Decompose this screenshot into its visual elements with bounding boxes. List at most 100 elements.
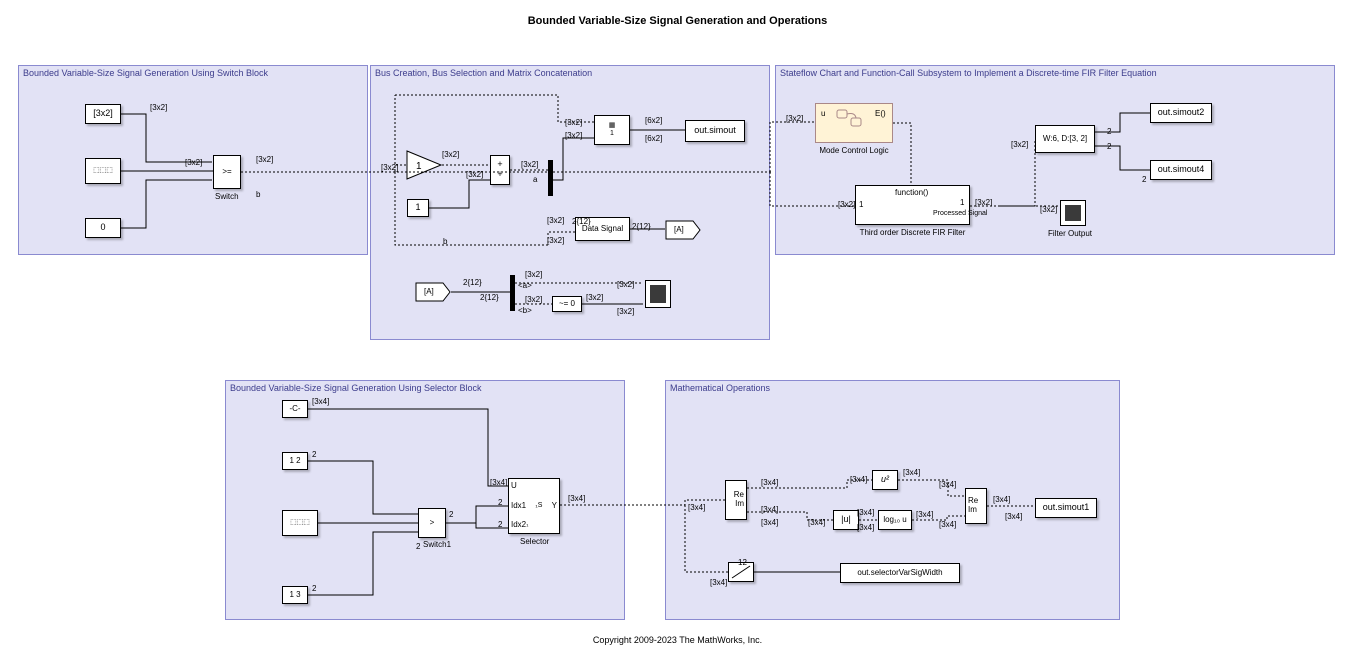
dim-2-f: 2 <box>416 542 420 551</box>
dim-3x2-r3c: [3x2] <box>975 198 992 207</box>
dim-2-c: 2 <box>1142 175 1146 184</box>
counter-block-2[interactable]: ⬚⬚⬚ <box>282 510 318 536</box>
stateflow-icon <box>835 108 865 128</box>
port-b: b <box>256 190 260 199</box>
dim-3x2-c: [3x2] <box>256 155 273 164</box>
dim-3x4-h: [3x4] <box>850 475 867 484</box>
constant-one[interactable]: 1 <box>407 199 429 217</box>
dim-2-i: 2 <box>498 520 502 529</box>
dim-3x4-m: [3x4] <box>916 510 933 519</box>
abs-block[interactable]: |u| <box>833 510 859 530</box>
port-a: a <box>533 175 537 184</box>
dim-3x4-o: [3x4] <box>939 520 956 529</box>
probe-wd[interactable]: W:6, D:[3, 2] <box>1035 125 1095 153</box>
region-math-title: Mathematical Operations <box>670 383 770 393</box>
dim-3x2-e: [3x2] <box>442 150 459 159</box>
dim-2-e: 2 <box>312 584 316 593</box>
dim-212-b: 2{12} <box>632 222 651 231</box>
constant-1-2[interactable]: 1 2 <box>282 452 308 470</box>
chart-port-u: u <box>821 109 825 118</box>
region-switch-gen-title: Bounded Variable-Size Signal Generation … <box>23 68 268 78</box>
dim-2-a: 2 <box>1107 127 1111 136</box>
dim-3x2-a: [3x2] <box>150 103 167 112</box>
reim-to-complex[interactable]: ReIm <box>965 488 987 524</box>
to-workspace-simout1[interactable]: out.simout1 <box>1035 498 1097 518</box>
dim-3x4-r: [3x4] <box>710 578 727 587</box>
math-square[interactable]: u² <box>872 470 898 490</box>
dim-3x2-n: [3x2] <box>586 293 603 302</box>
dim-3x4-g: [3x4] <box>761 518 778 527</box>
port-b2: b <box>443 237 447 246</box>
switch-label: Switch <box>215 192 239 201</box>
dim-3x2-h: [3x2] <box>565 118 582 127</box>
fir-label: Third order Discrete FIR Filter <box>850 228 975 237</box>
switch1-label: Switch1 <box>423 540 451 549</box>
dim-3x4-c: [3x4] <box>568 494 585 503</box>
sel-a: <a> <box>518 281 532 290</box>
dim-2-d: 2 <box>312 450 316 459</box>
dim-3x4-i: [3x4] <box>903 468 920 477</box>
to-workspace-selvarwidth[interactable]: out.selectorVarSigWidth <box>840 563 960 583</box>
scope-filter-output[interactable] <box>1060 200 1086 226</box>
dim-3x2-o: [3x2] <box>617 280 634 289</box>
counter-block[interactable]: ⬚⬚⬚ <box>85 158 121 184</box>
selector-label: Selector <box>520 537 549 546</box>
gain-block[interactable]: 1 <box>406 150 442 180</box>
sum-block[interactable]: ++ <box>490 155 510 185</box>
matrix-concat-block[interactable]: ▦1 <box>594 115 630 145</box>
width-12: 12 <box>738 558 747 567</box>
dim-3x2-f: [3x2] <box>466 170 483 179</box>
dim-3x4-p: [3x4] <box>993 495 1010 504</box>
dim-3x4-d: [3x4] <box>688 503 705 512</box>
dim-3x4-j: [3x4] <box>808 518 825 527</box>
dim-3x2-j: [3x2] <box>547 216 564 225</box>
bus-selector[interactable] <box>510 275 515 311</box>
fir-func-label: function() <box>895 188 928 197</box>
complex-to-reim[interactable]: ReIm <box>725 480 747 520</box>
bus-creator[interactable] <box>548 160 553 196</box>
log10-block[interactable]: log₁₀ u <box>878 510 912 530</box>
scope1[interactable] <box>645 280 671 308</box>
mode-control-label: Mode Control Logic <box>818 146 890 155</box>
dim-212-a: 2{12} <box>572 217 591 226</box>
switch1-block[interactable]: > <box>418 508 446 538</box>
region-selector-gen-title: Bounded Variable-Size Signal Generation … <box>230 383 481 393</box>
dim-3x2-p: [3x2] <box>617 307 634 316</box>
from-A-label: [A] <box>424 287 434 296</box>
dim-3x4-k: [3x4] <box>857 508 874 517</box>
dim-3x4-l: [3x4] <box>857 523 874 532</box>
region-fir: Stateflow Chart and Function-Call Subsys… <box>775 65 1335 255</box>
dim-3x4-b: [3x4] <box>490 478 507 487</box>
constant-1-3[interactable]: 1 3 <box>282 586 308 604</box>
dim-212-d: 2{12} <box>480 293 499 302</box>
dim-3x2-b: [3x2] <box>185 158 202 167</box>
page-title: Bounded Variable-Size Signal Generation … <box>0 15 1355 27</box>
constant-3x2[interactable]: [3x2] <box>85 104 121 124</box>
dim-3x2-k: [3x2] <box>547 236 564 245</box>
region-bus-title: Bus Creation, Bus Selection and Matrix C… <box>375 68 592 78</box>
sel-b: <b> <box>518 306 532 315</box>
switch-block[interactable]: >= <box>213 155 241 189</box>
selector-block[interactable]: U Idx1₁SY Idx2₁ <box>508 478 560 534</box>
dim-6x2-b: [6x2] <box>645 134 662 143</box>
dim-3x4-n: [3x4] <box>939 480 956 489</box>
fir-out-port: 1 <box>960 198 964 207</box>
constant-C[interactable]: -C- <box>282 400 308 418</box>
dim-3x4-q: [3x4] <box>1005 512 1022 521</box>
dim-3x4-f: [3x4] <box>761 505 778 514</box>
to-workspace-simout4[interactable]: out.simout4 <box>1150 160 1212 180</box>
dim-3x2-g: [3x2] <box>521 160 538 169</box>
dim-3x2-m: [3x2] <box>525 295 542 304</box>
goto-A-label: [A] <box>674 225 684 234</box>
constant-zero[interactable]: 0 <box>85 218 121 238</box>
to-workspace-simout[interactable]: out.simout <box>685 120 745 142</box>
dim-2-g: 2 <box>449 510 453 519</box>
dim-3x2-r3e: [3x2] <box>1040 205 1057 214</box>
filter-output-label: Filter Output <box>1048 229 1092 238</box>
dim-3x2-r3b: [3x2] <box>838 200 855 209</box>
region-fir-title: Stateflow Chart and Function-Call Subsys… <box>780 68 1157 78</box>
dim-3x2-r3a: [3x2] <box>786 114 803 123</box>
compare-neq-zero[interactable]: ~= 0 <box>552 296 582 312</box>
to-workspace-simout2[interactable]: out.simout2 <box>1150 103 1212 123</box>
dim-3x2-r3d: [3x2] <box>1011 140 1028 149</box>
